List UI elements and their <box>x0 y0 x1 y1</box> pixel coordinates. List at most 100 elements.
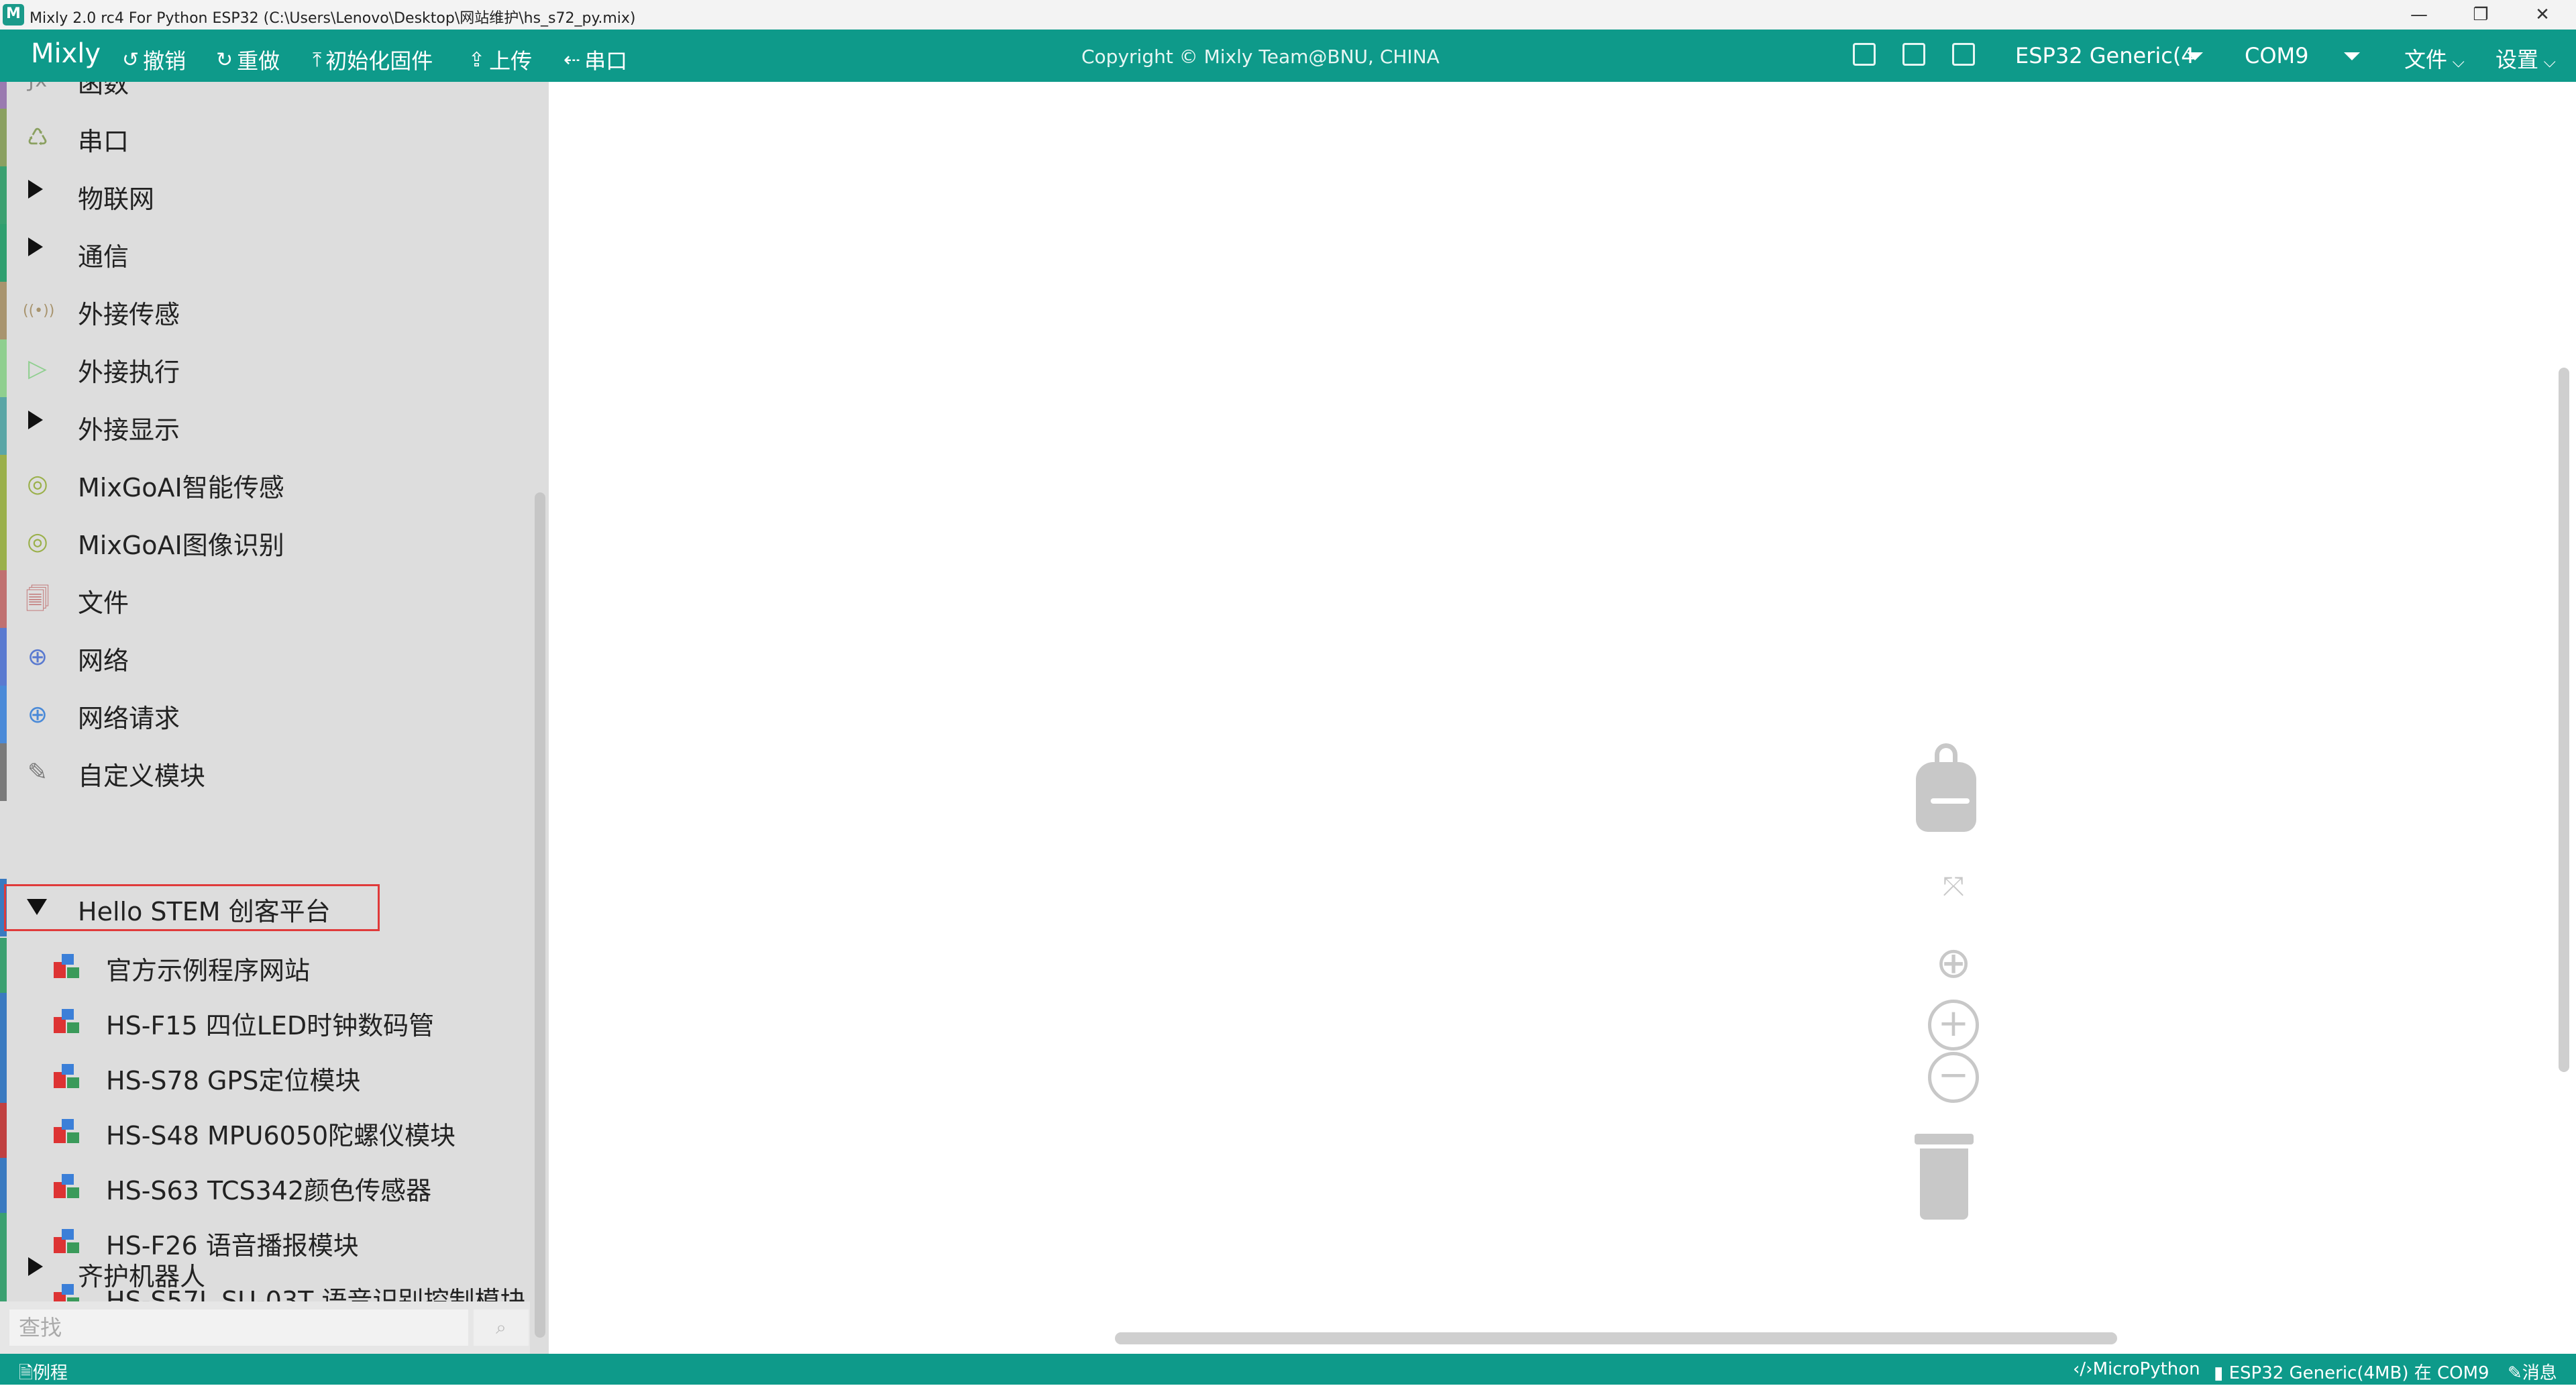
message-icon: ✎ <box>2508 1363 2522 1383</box>
sub-category-item[interactable]: HS-S78 GPS定位模块 <box>0 1048 530 1103</box>
close-button[interactable]: ✕ <box>2514 0 2571 30</box>
window-title-bar: Mixly 2.0 rc4 For Python ESP32 (C:\Users… <box>0 0 2576 30</box>
fullscreen-icon[interactable]: ⤧ <box>1933 867 1974 907</box>
category-label: 自定义模块 <box>78 761 206 791</box>
serial-icon: ♺ <box>26 124 49 152</box>
category-color-bar <box>0 938 7 993</box>
collapsed-arrow-icon <box>28 411 43 429</box>
category-color-bar <box>0 224 7 282</box>
recenter-icon[interactable]: ⊕ <box>1927 937 1980 990</box>
eye-icon: ◎ <box>27 528 48 555</box>
category-functions-partial[interactable]: ƒx 函数 <box>0 82 530 109</box>
serial-button[interactable]: ⇠ 串口 <box>564 44 627 75</box>
sub-category-item[interactable]: 官方示例程序网站 <box>0 938 530 993</box>
chevron-down-icon: ⌵ <box>2447 52 2465 71</box>
trash-icon[interactable] <box>1911 1134 1978 1221</box>
category-label: 网络请求 <box>78 704 180 733</box>
category-color-bar <box>0 282 7 339</box>
category-item[interactable]: ▷ 外接执行 <box>0 339 530 397</box>
sub-category-item[interactable]: HS-F15 四位LED时钟数码管 <box>0 993 530 1048</box>
category-label: MixGoAI图像识别 <box>78 531 284 560</box>
category-label: 物联网 <box>78 184 155 214</box>
collapsed-arrow-icon <box>28 237 43 256</box>
eye-icon: ◎ <box>27 470 48 498</box>
upload-icon: ⇪ <box>468 48 486 72</box>
blocks-icon <box>52 1008 82 1034</box>
code-view-icon[interactable] <box>1952 43 1975 66</box>
globe-icon: ⊕ <box>27 643 48 671</box>
sidebar-scrollbar[interactable] <box>535 492 545 1338</box>
port-dropdown-icon[interactable] <box>2344 52 2360 60</box>
category-label: 文件 <box>78 588 129 618</box>
category-label: 网络 <box>78 646 129 676</box>
category-item[interactable]: ⊕ 网络 <box>0 628 530 686</box>
category-qihu-robot[interactable]: 齐护机器人 <box>0 1244 530 1301</box>
category-color-bar <box>0 1048 7 1103</box>
messages-button[interactable]: ✎消息 <box>2508 1359 2557 1384</box>
category-item[interactable]: 物联网 <box>0 166 530 224</box>
zoom-in-icon[interactable]: + <box>1928 1000 1979 1051</box>
window-title: Mixly 2.0 rc4 For Python ESP32 (C:\Users… <box>30 10 636 27</box>
category-color-bar <box>0 1158 7 1213</box>
document-icon: 🗎 <box>19 1363 33 1383</box>
restore-button[interactable]: ❐ <box>2453 0 2509 30</box>
code-icon: ‹/› <box>2073 1359 2093 1379</box>
workspace-horizontal-scrollbar[interactable] <box>1115 1332 2117 1344</box>
category-item[interactable]: 🗐 文件 <box>0 570 530 628</box>
file-menu[interactable]: 文件 ⌵ <box>2404 43 2465 74</box>
category-color-bar <box>0 743 7 801</box>
category-color-bar <box>0 1103 7 1158</box>
usb-icon: ⇠ <box>564 48 581 72</box>
category-item[interactable]: ◎ MixGoAI智能传感 <box>0 455 530 513</box>
category-color-bar <box>0 686 7 743</box>
zoom-out-icon[interactable]: − <box>1928 1052 1979 1103</box>
search-input[interactable]: 查找 <box>9 1309 468 1346</box>
init-firmware-button[interactable]: ⤒ 初始化固件 <box>313 44 433 75</box>
category-label: 外接传感 <box>78 300 180 329</box>
undo-button[interactable]: ↺ 撤销 <box>122 44 186 75</box>
sub-category-item[interactable]: HS-S48 MPU6050陀螺仪模块 <box>0 1103 530 1158</box>
board-select[interactable]: ESP32 Generic(4 <box>2015 43 2195 68</box>
category-item[interactable]: ✎ 自定义模块 <box>0 743 530 801</box>
app-icon <box>3 4 24 25</box>
category-label: MixGoAI智能传感 <box>78 473 284 502</box>
blockly-workspace[interactable] <box>549 82 2576 1354</box>
category-color-bar <box>0 455 7 513</box>
category-color-bar <box>0 166 7 224</box>
examples-button[interactable]: 🗎例程 <box>19 1359 68 1390</box>
actuator-icon: ▷ <box>28 355 47 382</box>
split-view-icon[interactable] <box>1902 43 1925 66</box>
sub-category-label: 官方示例程序网站 <box>106 956 311 985</box>
category-color-bar <box>0 513 7 570</box>
minimize-button[interactable]: — <box>2391 0 2447 30</box>
category-color-bar <box>0 109 7 166</box>
workspace-vertical-scrollbar[interactable] <box>2559 368 2569 1072</box>
upload-button[interactable]: ⇪ 上传 <box>468 44 532 75</box>
category-color-bar <box>0 1244 7 1301</box>
category-color-bar <box>0 339 7 397</box>
blocks-icon <box>52 1063 82 1089</box>
collapsed-arrow-icon <box>28 180 43 199</box>
board-dropdown-icon[interactable] <box>2187 52 2203 60</box>
redo-button[interactable]: ↻ 重做 <box>216 44 280 75</box>
function-icon: ƒx <box>23 82 52 95</box>
category-label: 外接显示 <box>78 415 180 445</box>
backpack-icon[interactable] <box>1916 743 1976 832</box>
category-color-bar <box>0 628 7 686</box>
port-select[interactable]: COM9 <box>2245 43 2309 68</box>
category-label: 函数 <box>78 82 129 99</box>
sub-category-item[interactable]: HS-S63 TCS342颜色传感器 <box>0 1158 530 1213</box>
category-item[interactable]: ((•)) 外接传感 <box>0 282 530 339</box>
blocks-view-icon[interactable] <box>1853 43 1876 66</box>
category-item[interactable]: ♺ 串口 <box>0 109 530 166</box>
board-status: ▮ ESP32 Generic(4MB) 在 COM9 <box>2214 1363 2489 1383</box>
category-item[interactable]: 通信 <box>0 224 530 282</box>
settings-menu[interactable]: 设置 ⌵ <box>2496 43 2556 74</box>
category-color-bar <box>0 993 7 1048</box>
blocks-icon <box>52 953 82 979</box>
search-icon[interactable]: ⌕ <box>474 1309 529 1346</box>
status-bar: 🗎例程 ‹/›MicroPython ▮ ESP32 Generic(4MB) … <box>0 1354 2576 1385</box>
category-item[interactable]: ⊕ 网络请求 <box>0 686 530 743</box>
category-item[interactable]: ◎ MixGoAI图像识别 <box>0 513 530 570</box>
category-item[interactable]: 外接显示 <box>0 397 530 455</box>
